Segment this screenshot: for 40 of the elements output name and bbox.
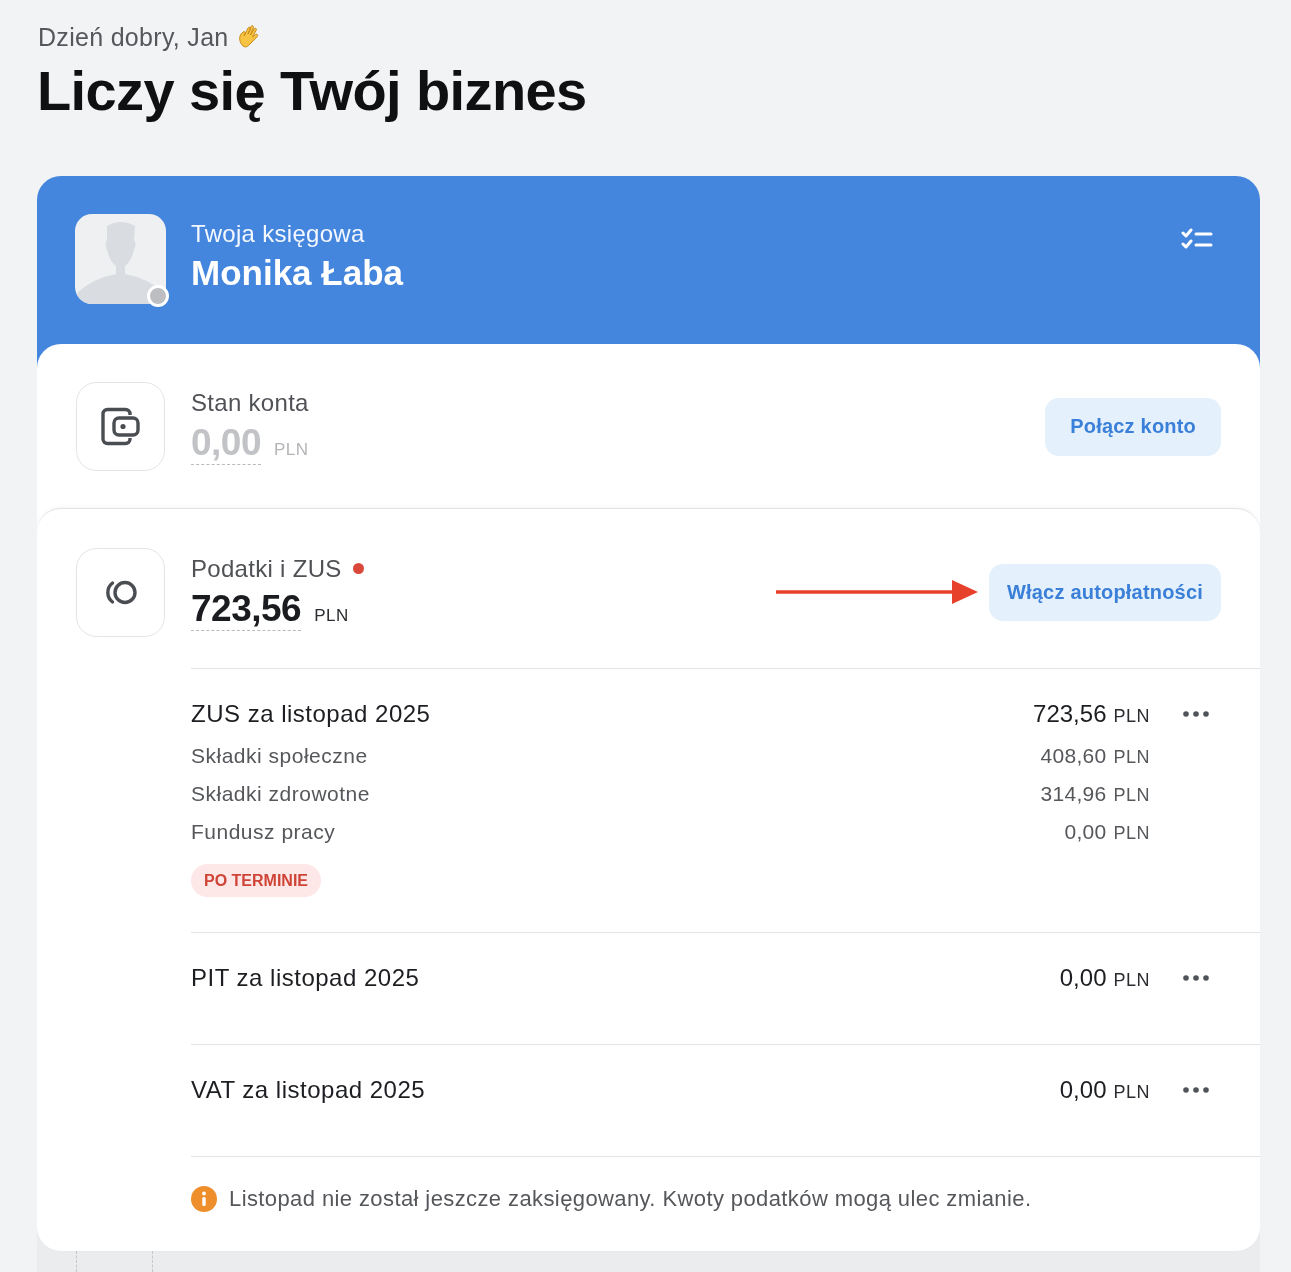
status-badge: PO TERMINIE [191,864,321,897]
taxes-label: Podatki i ZUS [191,554,342,584]
page-title: Liczy się Twój biznes [37,60,587,122]
amount-value: 0,00 [1059,1075,1107,1105]
accountant-caption: Twoja księgowa [191,219,366,249]
currency-label: PLN [314,606,349,626]
currency-label: PLN [1113,1082,1150,1103]
checklist-icon[interactable] [1181,228,1213,250]
tax-item-title: VAT za listopad 2025 [191,1075,426,1105]
circles-icon [76,548,165,637]
currency-label: PLN [1113,706,1150,727]
avatar-silhouette-icon [75,214,166,304]
wallet-icon [76,382,165,471]
amount-value: 314,96 [1040,781,1107,807]
contribution-label: Fundusz pracy [191,819,336,845]
currency-label: PLN [1113,822,1150,845]
connect-account-button[interactable]: Połącz konto [1045,397,1221,456]
more-icon[interactable] [1183,975,1209,981]
amount-value: 0,00 [1064,819,1107,845]
currency-label: PLN [274,440,309,460]
amount-value: 408,60 [1040,743,1107,769]
tax-item-title: PIT za listopad 2025 [191,963,420,993]
amount-value: 0,00 [1059,963,1107,993]
currency-label: PLN [1113,970,1150,991]
tax-item-title: ZUS za listopad 2025 [191,699,431,729]
greeting-text: Dzień dobry, Jan [38,22,229,52]
currency-label: PLN [1113,784,1150,807]
amount-value: 723,56 [191,588,302,631]
contribution-label: Składki społeczne [191,743,368,769]
more-icon[interactable] [1183,711,1209,717]
contribution-label: Składki zdrowotne [191,781,370,807]
accountant-name: Monika Łaba [191,252,403,294]
info-note: Listopad nie został jeszcze zaksięgowany. Kwoty podatków mogą ulec zmianie. [229,1185,1032,1213]
autopay-button[interactable]: Włącz autopłatności [988,564,1221,621]
currency-label: PLN [1113,746,1150,769]
balance-label: Stan konta [191,388,309,418]
amount-value: 723,56 [1033,699,1107,729]
amount-value: 0,00 [191,422,261,465]
more-icon[interactable] [1183,1087,1209,1093]
info-icon [191,1186,217,1212]
